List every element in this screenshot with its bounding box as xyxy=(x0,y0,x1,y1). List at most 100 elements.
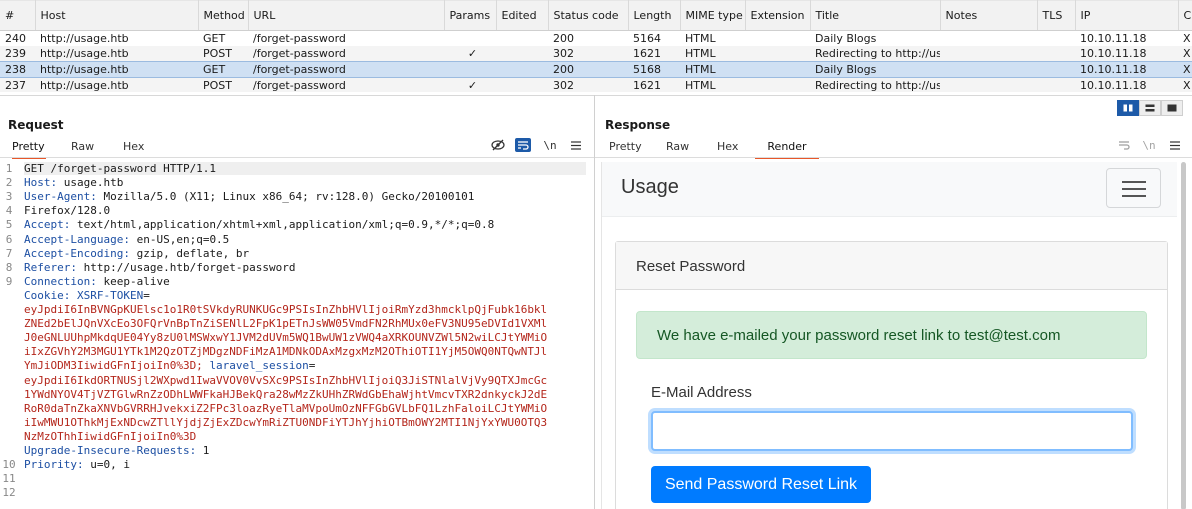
cell-status: 200 xyxy=(553,32,574,45)
request-line: User-Agent: Mozilla/5.0 (X11; Linux x86_… xyxy=(24,190,586,203)
request-line: Referer: http://usage.htb/forget-passwor… xyxy=(24,261,586,274)
send-reset-link-button[interactable]: Send Password Reset Link xyxy=(651,466,871,503)
cell-extension xyxy=(745,61,810,78)
table-row[interactable]: 238 http://usage.htb GET/forget-password 20… xyxy=(0,61,1192,78)
navbar-toggler-button[interactable] xyxy=(1106,168,1161,208)
cell-params xyxy=(444,31,496,47)
column-header-url[interactable]: URL xyxy=(248,0,445,31)
cell-num: 237 xyxy=(0,77,35,92)
hide-non-printable-icon[interactable] xyxy=(490,138,506,152)
column-header-edited[interactable]: Edited xyxy=(496,0,549,31)
cookie-value: eyJpdiI6IkdORTNUSjl2WXpwd1IwaVVOV0VvSXc9… xyxy=(24,373,548,387)
newline-toggle-icon[interactable]: \n xyxy=(542,138,558,152)
cookie-value: iIxZGVhY2M3MGU1YTk1M2QzOTZjMDgzNDFiMzA1M… xyxy=(24,345,548,359)
request-line: GET /forget-password HTTP/1.1 xyxy=(24,162,586,175)
request-line: Host: usage.htb xyxy=(24,176,586,189)
equals-sign: = xyxy=(143,288,150,302)
header-value: en-US,en;q=0.5 xyxy=(129,232,230,246)
request-pane: Request Pretty Raw Hex \n GET /forget-pa… xyxy=(0,95,594,509)
layout-side-by-side-icon[interactable] xyxy=(1117,100,1139,116)
column-header-ip[interactable]: IP xyxy=(1075,0,1179,31)
table-row[interactable]: 237 http://usage.htb POST/forget-password ✓… xyxy=(0,77,1192,92)
header-value: Firefox/128.0 xyxy=(24,204,111,218)
table-row[interactable]: 240 http://usage.htb GET/forget-password 20… xyxy=(0,31,1192,47)
column-header-notes[interactable]: Notes xyxy=(940,0,1038,31)
cell-status: 200 xyxy=(548,61,628,78)
cell-host: http://usage.htb xyxy=(35,61,198,78)
cell-c: X xyxy=(1183,32,1191,45)
line-number: 9 xyxy=(5,274,13,288)
cell-params xyxy=(444,61,496,78)
site-brand[interactable]: Usage xyxy=(621,176,679,199)
scrollbar-thumb[interactable] xyxy=(1181,162,1186,509)
cell-notes xyxy=(940,46,1037,62)
cookie-value: NzMzOThhIiwidGFnIjoiIn0%3D xyxy=(24,429,197,443)
column-header-length[interactable]: Length xyxy=(628,0,681,31)
header-name: Referer: xyxy=(24,260,77,274)
column-header-tls[interactable]: TLS xyxy=(1037,0,1076,31)
cell-method: POST xyxy=(198,77,248,92)
cell-extension xyxy=(745,31,810,47)
response-scrollbar[interactable] xyxy=(1181,162,1187,509)
cell-tls xyxy=(1037,31,1075,47)
header-value: text/html,application/xhtml+xml,applicat… xyxy=(70,218,495,232)
column-header-num[interactable]: # xyxy=(0,0,36,31)
cell-method: POST xyxy=(198,46,248,62)
request-line: YmJiODM3IiwidGFnIjoiIn0%3D; laravel_sess… xyxy=(24,359,586,372)
request-editor[interactable]: GET /forget-password HTTP/1.1 1 Host: usag… xyxy=(0,162,594,509)
request-line: RoR0daTnZkaXNVbGVRRHJvekxiZ2FPc3loazRyeT… xyxy=(24,402,586,415)
header-name: Connection: xyxy=(24,274,97,288)
cell-length: 1621 xyxy=(628,46,680,62)
column-header-title[interactable]: Title xyxy=(810,0,941,31)
wrap-lines-icon[interactable] xyxy=(515,138,531,152)
request-line: Priority: u=0, i xyxy=(24,458,586,471)
cell-notes xyxy=(940,77,1037,92)
table-row[interactable]: 239 http://usage.htb POST/forget-password ✓… xyxy=(0,46,1192,62)
column-header-method[interactable]: Method xyxy=(198,0,249,31)
header-name: Host: xyxy=(24,176,58,190)
line-number: 11 xyxy=(2,472,16,486)
layout-single-icon[interactable] xyxy=(1161,100,1183,116)
menu-icon[interactable] xyxy=(568,138,584,152)
header-name: Cookie: xyxy=(24,288,71,302)
request-line: iIwMWU1OThkMjExNDcwZTllYjdjZjExZDcwYmRiZ… xyxy=(24,416,586,429)
request-line: NzMzOThhIiwidGFnIjoiIn0%3D xyxy=(24,430,586,443)
cell-ip: 10.10.11.18 xyxy=(1075,61,1178,78)
response-tab-divider xyxy=(595,157,1192,158)
cell-ip: 10.10.11.18 xyxy=(1080,32,1147,45)
layout-toggle-group xyxy=(1117,100,1183,116)
cell-num: 239 xyxy=(0,46,35,62)
cell-host: http://usage.htb xyxy=(40,32,129,45)
cell-params: ✓ xyxy=(444,77,496,92)
request-tab-divider xyxy=(0,157,594,158)
cell-url: /forget-password xyxy=(248,77,444,92)
column-header-host[interactable]: Host xyxy=(35,0,199,31)
cell-url: /forget-password xyxy=(248,61,444,78)
request-start-line: GET /forget-password HTTP/1.1 xyxy=(24,162,217,175)
column-header-c[interactable]: C xyxy=(1178,0,1192,31)
cookie-value: YmJiODM3IiwidGFnIjoiIn0%3D; xyxy=(24,359,203,373)
cell-length: 5168 xyxy=(628,61,680,78)
cell-ip: 10.10.11.18 xyxy=(1075,46,1178,62)
request-line: eyJpdiI6InBVNGpKUElsc1o1R0tSVkdyRUNKUGc9… xyxy=(24,303,586,316)
cell-url: /forget-password xyxy=(253,32,346,45)
column-header-mime[interactable]: MIME type xyxy=(680,0,746,31)
email-field[interactable] xyxy=(651,411,1133,451)
column-header-extension[interactable]: Extension xyxy=(745,0,811,31)
column-header-status[interactable]: Status code xyxy=(548,0,629,31)
request-line: 1YWdNYOV4TjVZTGlwRnZzODhLWWFkaHJBekQra28… xyxy=(24,388,586,401)
cell-url: /forget-password xyxy=(248,46,444,62)
cell-edited xyxy=(496,31,548,47)
success-alert: We have e-mailed your password reset lin… xyxy=(636,311,1147,359)
header-value: 1 xyxy=(196,444,210,457)
request-line: Upgrade-Insecure-Requests: 1 xyxy=(24,444,586,457)
cell-mime: HTML xyxy=(680,77,745,92)
response-title: Response xyxy=(605,118,671,132)
cookie-name: laravel_session xyxy=(209,359,309,373)
column-header-params[interactable]: Params xyxy=(444,0,497,31)
cookie-value: ZNEd2bElJQnVXcEo3OFQrVnBpTnZiSENlL2FpK1p… xyxy=(24,317,548,331)
cell-edited xyxy=(496,77,548,92)
layout-stacked-icon[interactable] xyxy=(1139,100,1161,116)
response-menu-icon[interactable] xyxy=(1167,138,1183,152)
line-number: 7 xyxy=(5,246,13,260)
